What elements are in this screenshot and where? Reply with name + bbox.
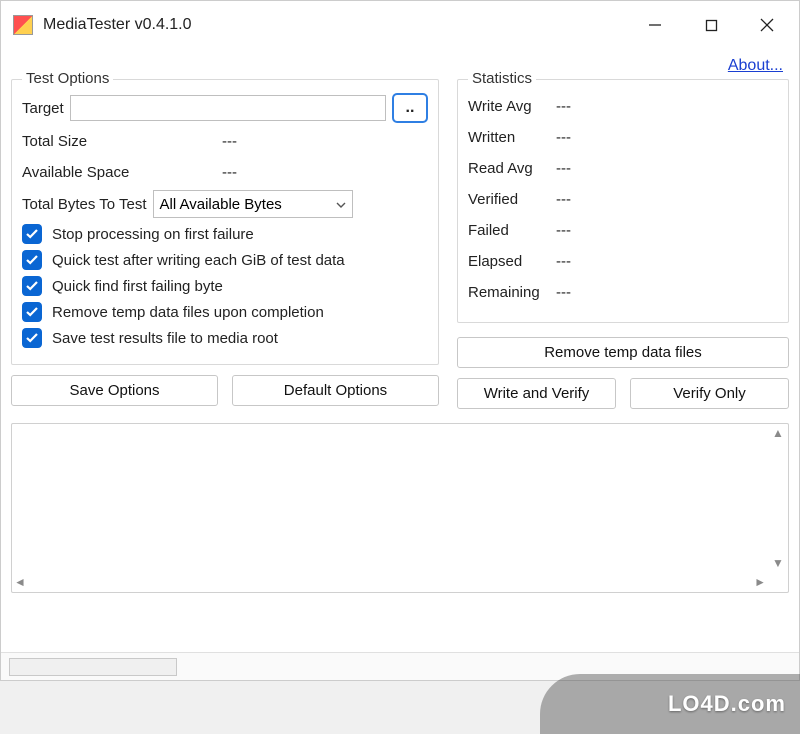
scroll-down-icon: ▼ [772, 556, 784, 570]
checkbox-label: Quick find first failing byte [52, 278, 223, 295]
checkbox-icon [22, 302, 42, 322]
stat-value: --- [556, 284, 571, 301]
stat-label: Read Avg [468, 160, 556, 177]
checkbox-row[interactable]: Quick test after writing each GiB of tes… [22, 250, 428, 270]
watermark: LO4D.com [540, 674, 800, 734]
stat-value: --- [556, 98, 571, 115]
stat-row: Failed --- [468, 217, 778, 243]
test-options-group: Test Options Target .. Total Size --- Av… [11, 79, 439, 365]
statistics-group: Statistics Write Avg --- Written --- Rea… [457, 79, 789, 323]
bytes-to-test-label: Total Bytes To Test [22, 196, 147, 213]
stat-value: --- [556, 129, 571, 146]
checkbox-icon [22, 224, 42, 244]
checkbox-row[interactable]: Save test results file to media root [22, 328, 428, 348]
checkbox-icon [22, 276, 42, 296]
horizontal-scrollbar[interactable]: ◄ ► [12, 572, 768, 592]
test-options-legend: Test Options [22, 70, 113, 87]
stat-label: Failed [468, 222, 556, 239]
default-options-button[interactable]: Default Options [232, 375, 439, 406]
minimize-button[interactable] [627, 5, 683, 45]
checkbox-row[interactable]: Quick find first failing byte [22, 276, 428, 296]
save-options-button[interactable]: Save Options [11, 375, 218, 406]
checkbox-label: Stop processing on first failure [52, 226, 254, 243]
stat-row: Write Avg --- [468, 93, 778, 119]
app-icon [13, 15, 33, 35]
scroll-left-icon: ◄ [14, 575, 26, 589]
browse-button[interactable]: .. [392, 93, 428, 123]
stat-row: Elapsed --- [468, 248, 778, 274]
stat-value: --- [556, 160, 571, 177]
remove-temp-button[interactable]: Remove temp data files [457, 337, 789, 368]
chevron-down-icon [336, 197, 346, 211]
target-input[interactable] [70, 95, 386, 121]
stat-value: --- [556, 222, 571, 239]
close-button[interactable] [739, 5, 795, 45]
stat-row: Read Avg --- [468, 155, 778, 181]
scroll-right-icon: ► [754, 575, 766, 589]
stat-label: Verified [468, 191, 556, 208]
title-bar: MediaTester v0.4.1.0 [1, 1, 799, 49]
about-link[interactable]: About... [728, 57, 783, 75]
write-verify-button[interactable]: Write and Verify [457, 378, 616, 409]
checkbox-label: Remove temp data files upon completion [52, 304, 324, 321]
checkbox-icon [22, 328, 42, 348]
status-well [9, 658, 177, 676]
right-column: Statistics Write Avg --- Written --- Rea… [457, 79, 789, 409]
stat-row: Verified --- [468, 186, 778, 212]
output-content[interactable] [12, 424, 768, 572]
total-size-value: --- [222, 133, 237, 150]
checkbox-row[interactable]: Stop processing on first failure [22, 224, 428, 244]
window-title: MediaTester v0.4.1.0 [43, 16, 627, 34]
statistics-legend: Statistics [468, 70, 536, 87]
available-space-label: Available Space [22, 164, 222, 181]
available-space-value: --- [222, 164, 237, 181]
maximize-button[interactable] [683, 5, 739, 45]
checkbox-label: Save test results file to media root [52, 330, 278, 347]
stat-label: Elapsed [468, 253, 556, 270]
left-column: Test Options Target .. Total Size --- Av… [11, 79, 439, 409]
vertical-scrollbar[interactable]: ▲ ▼ [768, 424, 788, 572]
checkbox-icon [22, 250, 42, 270]
stat-row: Remaining --- [468, 279, 778, 305]
scroll-up-icon: ▲ [772, 426, 784, 440]
stat-label: Written [468, 129, 556, 146]
output-area: ▲ ▼ ◄ ► [11, 423, 789, 593]
client-area: About... Test Options Target .. Total Si… [1, 49, 799, 603]
total-size-label: Total Size [22, 133, 222, 150]
bytes-to-test-selected: All Available Bytes [160, 196, 282, 213]
verify-only-button[interactable]: Verify Only [630, 378, 789, 409]
stat-label: Write Avg [468, 98, 556, 115]
bytes-to-test-select[interactable]: All Available Bytes [153, 190, 353, 218]
watermark-text: LO4D.com [668, 691, 786, 717]
app-window: MediaTester v0.4.1.0 About... Test Optio… [0, 0, 800, 681]
stat-row: Written --- [468, 124, 778, 150]
checkbox-label: Quick test after writing each GiB of tes… [52, 252, 345, 269]
checkbox-row[interactable]: Remove temp data files upon completion [22, 302, 428, 322]
stat-value: --- [556, 253, 571, 270]
stat-value: --- [556, 191, 571, 208]
target-label: Target [22, 100, 64, 117]
stat-label: Remaining [468, 284, 556, 301]
